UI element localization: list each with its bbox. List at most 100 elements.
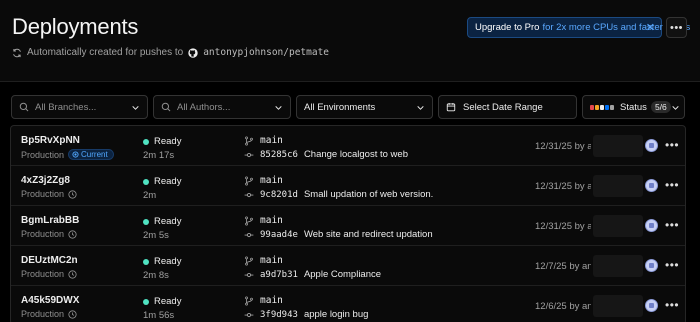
environment-label: Production xyxy=(21,229,65,239)
date-range-filter[interactable]: Select Date Range xyxy=(438,95,577,119)
status: Ready xyxy=(143,136,181,147)
commit[interactable]: 9c8201d Small updation of web version. xyxy=(244,189,433,200)
status-filter[interactable]: Status 5/6 xyxy=(582,95,685,119)
deploy-date: 12/31/25 by an xyxy=(535,141,591,152)
status: Ready xyxy=(143,176,181,187)
deployment-id[interactable]: 4xZ3j2Zg8 xyxy=(21,175,70,186)
branch-name: main xyxy=(260,215,283,226)
environment-filter[interactable]: All Environments xyxy=(296,95,433,119)
commit-hash: 9c8201d xyxy=(260,189,298,200)
environment: Production Current xyxy=(21,149,114,160)
branch-name: main xyxy=(260,255,283,266)
current-icon xyxy=(72,151,79,158)
commit-hash: 99aad4e xyxy=(260,229,298,240)
deployment-id[interactable]: A45k59DWX xyxy=(21,295,79,306)
environment-label: Production xyxy=(21,189,65,199)
author-filter-label: All Authors... xyxy=(177,101,231,113)
row-more-button[interactable]: ••• xyxy=(665,138,679,152)
deploy-date: 12/31/25 by an xyxy=(535,221,591,232)
status-dot-building xyxy=(595,104,599,110)
git-commit-icon xyxy=(244,152,254,157)
deployment-row[interactable]: A45k59DWX Production Ready 1m 56s main 3… xyxy=(11,286,685,322)
commit[interactable]: a9d7b31 Apple Compliance xyxy=(244,269,381,280)
commit[interactable]: 3f9d943 apple login bug xyxy=(244,309,368,320)
author-filter[interactable]: All Authors... xyxy=(153,95,291,119)
commit-hash: 85285c6 xyxy=(260,149,298,160)
upgrade-title: Upgrade to Pro xyxy=(475,22,540,33)
environment-label: Production xyxy=(21,149,65,160)
avatar[interactable] xyxy=(645,259,658,272)
branch[interactable]: main xyxy=(244,215,283,226)
search-icon xyxy=(161,102,171,112)
branch-filter-label: All Branches... xyxy=(35,101,97,113)
page-header: Deployments Automatically created for pu… xyxy=(0,0,700,82)
auto-deploy-note: Automatically created for pushes to anto… xyxy=(12,47,329,58)
status-dot-canceled xyxy=(610,104,614,110)
more-options-button[interactable]: ••• xyxy=(666,17,687,38)
deployment-row[interactable]: Bp5RvXpNN Production Current Ready 2m 17s… xyxy=(11,126,685,166)
commit-message: Change localgost to web xyxy=(303,149,408,160)
deployment-id[interactable]: BgmLrabBB xyxy=(21,215,79,226)
duration: 2m 17s xyxy=(143,150,175,161)
author-name-redacted xyxy=(593,135,643,157)
deployment-id[interactable]: Bp5RvXpNN xyxy=(21,135,80,146)
git-branch-icon xyxy=(245,215,253,226)
git-branch-icon xyxy=(245,295,253,306)
avatar[interactable] xyxy=(645,139,658,152)
branch[interactable]: main xyxy=(244,295,283,306)
deploy-date: 12/6/25 by an xyxy=(535,301,591,312)
commit-message: Web site and redirect updation xyxy=(303,229,433,240)
avatar[interactable] xyxy=(645,299,658,312)
branch[interactable]: main xyxy=(244,175,283,186)
deployment-row[interactable]: 4xZ3j2Zg8 Production Ready 2m main 9c820… xyxy=(11,166,685,206)
branch-name: main xyxy=(260,135,283,146)
status-dot-error xyxy=(590,104,594,110)
clock-icon xyxy=(68,189,77,199)
status-dot xyxy=(143,138,149,145)
duration: 2m 5s xyxy=(143,230,169,241)
commit[interactable]: 85285c6 Change localgost to web xyxy=(244,149,408,160)
row-more-button[interactable]: ••• xyxy=(665,178,679,192)
git-commit-icon xyxy=(244,232,254,237)
chevron-down-icon xyxy=(132,105,139,110)
deployment-row[interactable]: BgmLrabBB Production Ready 2m 5s main 99… xyxy=(11,206,685,246)
clock-icon xyxy=(68,309,77,319)
status-dot-ready xyxy=(605,104,609,110)
author-name-redacted xyxy=(593,215,643,237)
close-icon[interactable]: ✕ xyxy=(646,21,655,34)
branch-name: main xyxy=(260,175,283,186)
upgrade-banner[interactable]: Upgrade to Pro for 2x more CPUs and fast… xyxy=(467,17,690,38)
branch-name: main xyxy=(260,295,283,306)
branch-filter[interactable]: All Branches... xyxy=(11,95,148,119)
status-dot xyxy=(143,218,149,225)
search-icon xyxy=(19,102,29,112)
current-badge: Current xyxy=(68,149,114,160)
deployment-row[interactable]: DEUztMC2n Production Ready 2m 8s main a9… xyxy=(11,246,685,286)
avatar[interactable] xyxy=(645,219,658,232)
repo-link[interactable]: antonypjohnson/petmate xyxy=(203,47,329,58)
status-count-badge: 5/6 xyxy=(650,101,671,113)
author-name-redacted xyxy=(593,255,643,277)
environment: Production xyxy=(21,309,77,319)
row-more-button[interactable]: ••• xyxy=(665,218,679,232)
clock-icon xyxy=(68,229,77,239)
chevron-down-icon xyxy=(275,105,282,110)
commit-message: Apple Compliance xyxy=(303,269,382,280)
status: Ready xyxy=(143,256,181,267)
status-dot xyxy=(143,298,149,305)
duration: 2m 8s xyxy=(143,270,169,281)
avatar[interactable] xyxy=(645,179,658,192)
environment: Production xyxy=(21,189,77,199)
row-more-button[interactable]: ••• xyxy=(665,258,679,272)
git-branch-icon xyxy=(245,175,253,186)
branch[interactable]: main xyxy=(244,255,283,266)
deploy-date: 12/7/25 by an xyxy=(535,261,591,272)
branch[interactable]: main xyxy=(244,135,283,146)
commit-hash: a9d7b31 xyxy=(260,269,298,280)
author-name-redacted xyxy=(593,295,643,317)
environment-filter-label: All Environments xyxy=(304,101,376,113)
author-name-redacted xyxy=(593,175,643,197)
row-more-button[interactable]: ••• xyxy=(665,298,679,312)
deployment-id[interactable]: DEUztMC2n xyxy=(21,255,78,266)
commit[interactable]: 99aad4e Web site and redirect updation xyxy=(244,229,433,240)
